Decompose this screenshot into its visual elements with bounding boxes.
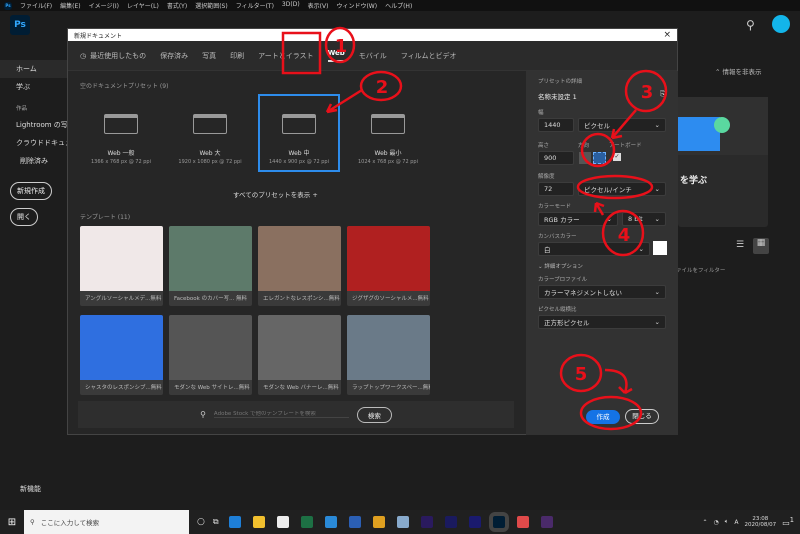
explorer-icon[interactable] bbox=[252, 516, 265, 528]
media-encoder-icon[interactable] bbox=[468, 516, 481, 528]
taskbar-search[interactable]: ⚲ ここに入力して検索 bbox=[24, 510, 189, 534]
premiere-icon[interactable] bbox=[420, 516, 433, 528]
annotation-box-web-tab bbox=[281, 31, 322, 75]
paint-icon[interactable] bbox=[396, 516, 409, 528]
mail-icon[interactable] bbox=[324, 516, 337, 528]
chrome-icon[interactable] bbox=[372, 516, 385, 528]
annotation-circle-resolution-unit bbox=[576, 174, 654, 200]
annotation-arrow-3 bbox=[610, 109, 637, 140]
notification-icon[interactable]: ▭1 bbox=[782, 516, 794, 528]
annotation-arrow-5 bbox=[604, 368, 633, 395]
edge-icon[interactable] bbox=[228, 516, 241, 528]
volume-icon[interactable]: 🔈︎ bbox=[725, 518, 729, 526]
wifi-icon[interactable]: ◔ bbox=[714, 519, 719, 526]
date: 2020/08/07 bbox=[744, 522, 777, 528]
search-icon: ⚲ bbox=[30, 518, 35, 526]
word-icon[interactable] bbox=[348, 516, 361, 528]
annotation-circle-create bbox=[579, 395, 643, 431]
taskbar: ⊞ ⚲ ここに入力して検索 ○ ⧉ ⌃ ◔ 🔈︎ A 23:08 2020/08/0… bbox=[0, 510, 800, 534]
tray-chevron-icon[interactable]: ⌃ bbox=[702, 519, 707, 526]
cortana-icon[interactable]: ○ bbox=[197, 517, 205, 527]
excel-icon[interactable] bbox=[300, 516, 313, 528]
annotation-label-1: 1 bbox=[335, 36, 348, 57]
annotation-label-2: 2 bbox=[376, 77, 389, 98]
other-icon[interactable] bbox=[540, 516, 553, 528]
task-view-icon[interactable]: ⧉ bbox=[213, 517, 219, 527]
annotation-circle-orientation bbox=[580, 132, 616, 168]
ime-icon[interactable]: A bbox=[734, 519, 738, 526]
notification-count: 1 bbox=[789, 516, 794, 525]
annotation-arrow-4 bbox=[593, 201, 605, 216]
windows-start-icon[interactable]: ⊞ bbox=[0, 517, 24, 528]
annotation-label-4: 4 bbox=[618, 225, 631, 246]
annotation-arrow-2 bbox=[325, 88, 363, 114]
annotation-overlay: 1 2 3 4 5 bbox=[281, 26, 668, 431]
taskbar-search-placeholder: ここに入力して検索 bbox=[40, 519, 100, 527]
annotation-label-5: 5 bbox=[575, 364, 588, 385]
after-effects-icon[interactable] bbox=[444, 516, 457, 528]
annotation-label-3: 3 bbox=[641, 82, 654, 103]
clock[interactable]: 23:08 2020/08/07 bbox=[744, 516, 776, 528]
photos-icon[interactable] bbox=[516, 516, 529, 528]
store-icon[interactable] bbox=[276, 516, 289, 528]
photoshop-icon[interactable] bbox=[488, 512, 509, 532]
